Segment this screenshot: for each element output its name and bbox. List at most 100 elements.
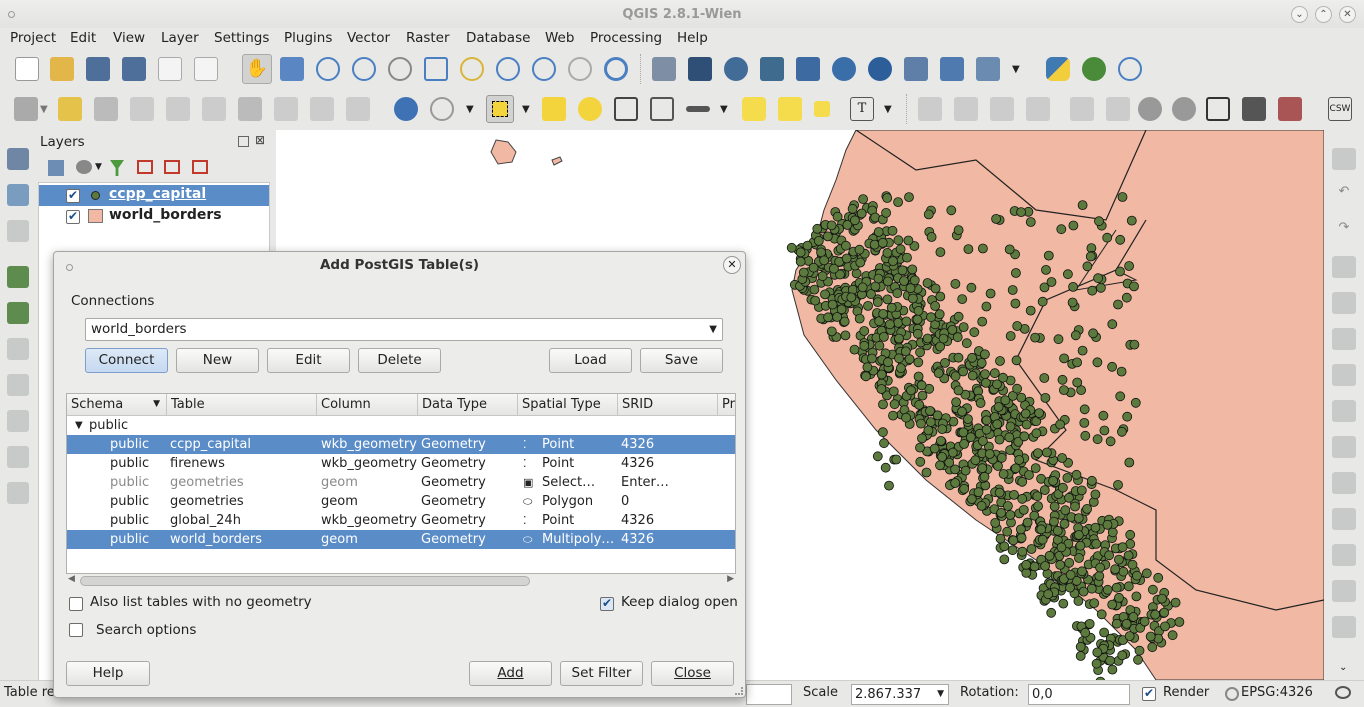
- edit-icon[interactable]: [7, 374, 29, 396]
- visibility-icon[interactable]: [76, 160, 92, 174]
- move-feature-icon[interactable]: [166, 97, 190, 121]
- collapse-all-icon[interactable]: [164, 160, 180, 174]
- label-tool-icon[interactable]: [918, 97, 942, 121]
- menu-help[interactable]: Help: [677, 30, 708, 46]
- connection-select[interactable]: world_borders ▼: [85, 318, 723, 341]
- set-filter-button[interactable]: Set Filter: [560, 661, 643, 686]
- coordinate-field[interactable]: [746, 684, 792, 705]
- tool-icon[interactable]: [7, 482, 29, 504]
- select-by-expression-icon[interactable]: [578, 97, 602, 121]
- tool-icon[interactable]: [1332, 148, 1356, 170]
- zoom-in-icon[interactable]: [316, 57, 340, 81]
- close-window-button[interactable]: ✕: [1339, 6, 1356, 23]
- messages-icon[interactable]: [1335, 686, 1351, 699]
- column-header-table[interactable]: Table: [167, 394, 317, 416]
- tool-icon[interactable]: [1332, 544, 1356, 566]
- keep-open-checkbox[interactable]: [600, 596, 614, 611]
- tool-icon[interactable]: [1332, 472, 1356, 494]
- sum-stats-icon[interactable]: [1278, 97, 1302, 121]
- statistical-summary-icon[interactable]: [650, 97, 674, 121]
- table-row[interactable]: public ccpp_capital wkb_geometry Geometry Po…: [67, 435, 735, 454]
- menu-processing[interactable]: Processing: [590, 30, 662, 46]
- tool-icon[interactable]: [1332, 328, 1356, 350]
- paste-features-icon[interactable]: [346, 97, 370, 121]
- tool-icon[interactable]: [7, 446, 29, 468]
- layer-item-world-borders[interactable]: world_borders: [39, 206, 269, 227]
- add-vector-icon[interactable]: [7, 148, 29, 170]
- zoom-actual-size-icon[interactable]: [388, 57, 412, 81]
- close-button[interactable]: Close: [651, 661, 734, 686]
- edit-button[interactable]: Edit: [267, 348, 350, 373]
- menu-project[interactable]: Project: [10, 30, 56, 46]
- menu-raster[interactable]: Raster: [406, 30, 450, 46]
- menu-edit[interactable]: Edit: [70, 30, 96, 46]
- table-row[interactable]: public global_24h wkb_geometry Geometry Poin…: [67, 511, 735, 530]
- expand-all-legend-icon[interactable]: [137, 160, 153, 174]
- render-checkbox[interactable]: [1142, 686, 1156, 701]
- move-label-icon[interactable]: [1026, 97, 1050, 121]
- add-feature-icon[interactable]: [130, 97, 154, 121]
- redo-icon[interactable]: ↷: [1332, 220, 1356, 242]
- scale-combo[interactable]: 2.867.337 ▼: [851, 684, 949, 705]
- menu-database[interactable]: Database: [466, 30, 530, 46]
- minimize-button[interactable]: ⌄: [1291, 6, 1308, 23]
- add-raster-icon[interactable]: [7, 184, 29, 206]
- column-header-column[interactable]: Column: [317, 394, 418, 416]
- tables-list[interactable]: Schema ▼ Table Column Data Type Spatial T…: [66, 393, 736, 574]
- tool-icon[interactable]: [1332, 580, 1356, 602]
- rotation-spinbox[interactable]: 0,0: [1028, 684, 1130, 705]
- layer-item-ccpp-capital[interactable]: ccpp_capital: [39, 185, 269, 206]
- add-mssql-layer-icon[interactable]: [796, 57, 820, 81]
- add-delimited-text-icon[interactable]: [940, 57, 964, 81]
- save-edits-icon[interactable]: [94, 97, 118, 121]
- pan-to-selection-icon[interactable]: [280, 57, 304, 81]
- tool-icon[interactable]: [1332, 616, 1356, 638]
- close-panel-icon[interactable]: ⊠: [255, 133, 265, 147]
- menu-plugins[interactable]: Plugins: [284, 30, 332, 46]
- raster-calculator-icon[interactable]: [1242, 97, 1266, 121]
- text-annotation-icon[interactable]: T: [850, 97, 874, 121]
- new-layer-dropdown-icon[interactable]: ▼: [1012, 64, 1020, 75]
- column-header-srid[interactable]: SRID: [618, 394, 718, 416]
- crs-icon[interactable]: [1225, 687, 1239, 701]
- add-wcs-layer-icon[interactable]: [868, 57, 892, 81]
- add-layer-icon[interactable]: [7, 266, 29, 288]
- scrollbar-thumb[interactable]: [80, 576, 530, 586]
- add-raster-layer-icon[interactable]: [688, 57, 712, 81]
- scroll-left-icon[interactable]: ◀: [68, 574, 75, 584]
- map-tips-icon[interactable]: [742, 97, 766, 121]
- node-tool-icon[interactable]: [202, 97, 226, 121]
- python-console-icon[interactable]: [1046, 57, 1070, 81]
- horizontal-scrollbar[interactable]: ◀ ▶: [66, 574, 736, 588]
- menu-web[interactable]: Web: [545, 30, 574, 46]
- add-wms-layer-icon[interactable]: [832, 57, 856, 81]
- filter-legend-icon[interactable]: [110, 160, 124, 176]
- digitize-icon[interactable]: [7, 338, 29, 360]
- delete-selected-icon[interactable]: [238, 97, 262, 121]
- layer-visibility-checkbox[interactable]: [66, 188, 80, 203]
- toggle-editing-icon[interactable]: [58, 97, 82, 121]
- vertex-tool-icon[interactable]: [1138, 97, 1162, 121]
- pan-map-icon[interactable]: ✋: [242, 54, 272, 84]
- add-vector-layer-icon[interactable]: [652, 57, 676, 81]
- new-bookmark-icon[interactable]: [778, 97, 802, 121]
- zoom-full-icon[interactable]: [424, 57, 448, 81]
- help-button[interactable]: Help: [66, 661, 150, 686]
- tool-icon[interactable]: [1332, 400, 1356, 422]
- composer-manager-icon[interactable]: [194, 57, 218, 81]
- pin-labels-icon[interactable]: [954, 97, 978, 121]
- show-bookmarks-icon[interactable]: [814, 101, 830, 117]
- grid-icon[interactable]: [1206, 97, 1230, 121]
- new-button[interactable]: New: [176, 348, 259, 373]
- tool-icon[interactable]: [1332, 364, 1356, 386]
- menu-view[interactable]: View: [113, 30, 145, 46]
- zoom-out-icon[interactable]: [352, 57, 376, 81]
- layer-visibility-checkbox[interactable]: [66, 209, 80, 224]
- new-project-icon[interactable]: [15, 57, 39, 81]
- zoom-to-layer-icon[interactable]: [496, 57, 520, 81]
- undo-icon[interactable]: ↶: [1332, 184, 1356, 206]
- delete-button[interactable]: Delete: [358, 348, 441, 373]
- show-hide-labels-icon[interactable]: [990, 97, 1014, 121]
- schema-group-row[interactable]: ▼ public: [67, 416, 735, 435]
- column-header-spatial-type[interactable]: Spatial Type: [518, 394, 618, 416]
